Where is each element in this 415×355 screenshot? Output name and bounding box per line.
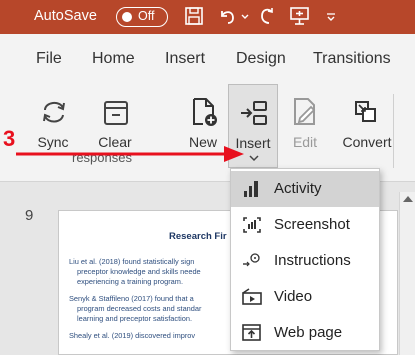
autosave-state: Off xyxy=(138,9,155,23)
new-form-icon xyxy=(193,98,217,126)
screenshot-icon xyxy=(243,217,261,233)
clear-responses-icon xyxy=(104,101,128,125)
menu-item-instructions[interactable]: Instructions xyxy=(231,243,379,279)
slide-bullet-text: learning and preceptor satisfaction. xyxy=(77,314,193,323)
convert-label: Convert xyxy=(342,134,392,150)
tab-home[interactable]: Home xyxy=(92,50,135,68)
tab-file[interactable]: File xyxy=(36,50,62,68)
convert-button[interactable]: Convert xyxy=(336,84,398,168)
slide-bullet: Shealy et al. (2019) discovered improv xyxy=(69,331,196,340)
edit-icon xyxy=(294,98,316,125)
menu-item-label: Activity xyxy=(274,180,322,197)
scroll-up-icon[interactable] xyxy=(403,196,413,202)
slide-bullet-text: experiencing a training program. xyxy=(77,277,183,286)
slide-bullet: Liu et al. (2018) found statistically si… xyxy=(69,257,195,266)
tab-insert[interactable]: Insert xyxy=(165,50,205,68)
insert-icon xyxy=(241,101,267,125)
slide-bullet-text: preceptor knowledge and skills neede xyxy=(77,267,201,276)
sync-icon xyxy=(43,102,65,123)
instructions-icon xyxy=(243,253,260,267)
web-page-icon xyxy=(242,324,261,341)
annotation-arrow xyxy=(16,146,244,162)
menu-item-label: Web page xyxy=(274,324,343,341)
insert-dropdown-menu: Activity Screenshot Instructions Video W… xyxy=(230,168,380,351)
menu-item-screenshot[interactable]: Screenshot xyxy=(231,207,379,243)
edit-label: Edit xyxy=(292,134,318,150)
autosave-label: AutoSave xyxy=(34,8,97,24)
activity-icon xyxy=(244,181,258,197)
group-divider xyxy=(393,94,394,168)
menu-item-label: Video xyxy=(274,288,313,305)
save-icon[interactable] xyxy=(183,5,205,27)
menu-item-video[interactable]: Video xyxy=(231,279,379,315)
ribbon-tabs: File Home Insert Design Transitions xyxy=(0,34,415,84)
redo-icon[interactable] xyxy=(256,5,278,27)
undo-icon[interactable] xyxy=(216,5,238,27)
menu-item-activity[interactable]: Activity xyxy=(231,171,379,207)
menu-item-label: Instructions xyxy=(274,252,351,269)
slide-bullet-text: program decreased costs and standar xyxy=(77,304,202,313)
video-icon xyxy=(242,288,262,305)
menu-item-label: Screenshot xyxy=(274,216,350,233)
vertical-scrollbar[interactable] xyxy=(399,192,415,355)
tab-transitions[interactable]: Transitions xyxy=(313,50,391,68)
slide-title: Research Fir xyxy=(169,231,227,242)
convert-icon xyxy=(355,101,376,122)
edit-button: Edit xyxy=(280,84,330,168)
customize-toolbar-icon[interactable] xyxy=(324,5,338,27)
tab-design[interactable]: Design xyxy=(236,50,286,68)
menu-item-web-page[interactable]: Web page xyxy=(231,315,379,351)
title-bar: AutoSave Off xyxy=(0,0,415,34)
slide-bullet: Senyk & Staffileno (2017) found that a xyxy=(69,294,194,303)
autosave-toggle[interactable]: Off xyxy=(116,7,168,27)
undo-dropdown-icon[interactable] xyxy=(240,5,250,27)
present-icon[interactable] xyxy=(288,5,312,27)
slide-number: 9 xyxy=(25,207,34,224)
toggle-knob xyxy=(122,12,132,22)
